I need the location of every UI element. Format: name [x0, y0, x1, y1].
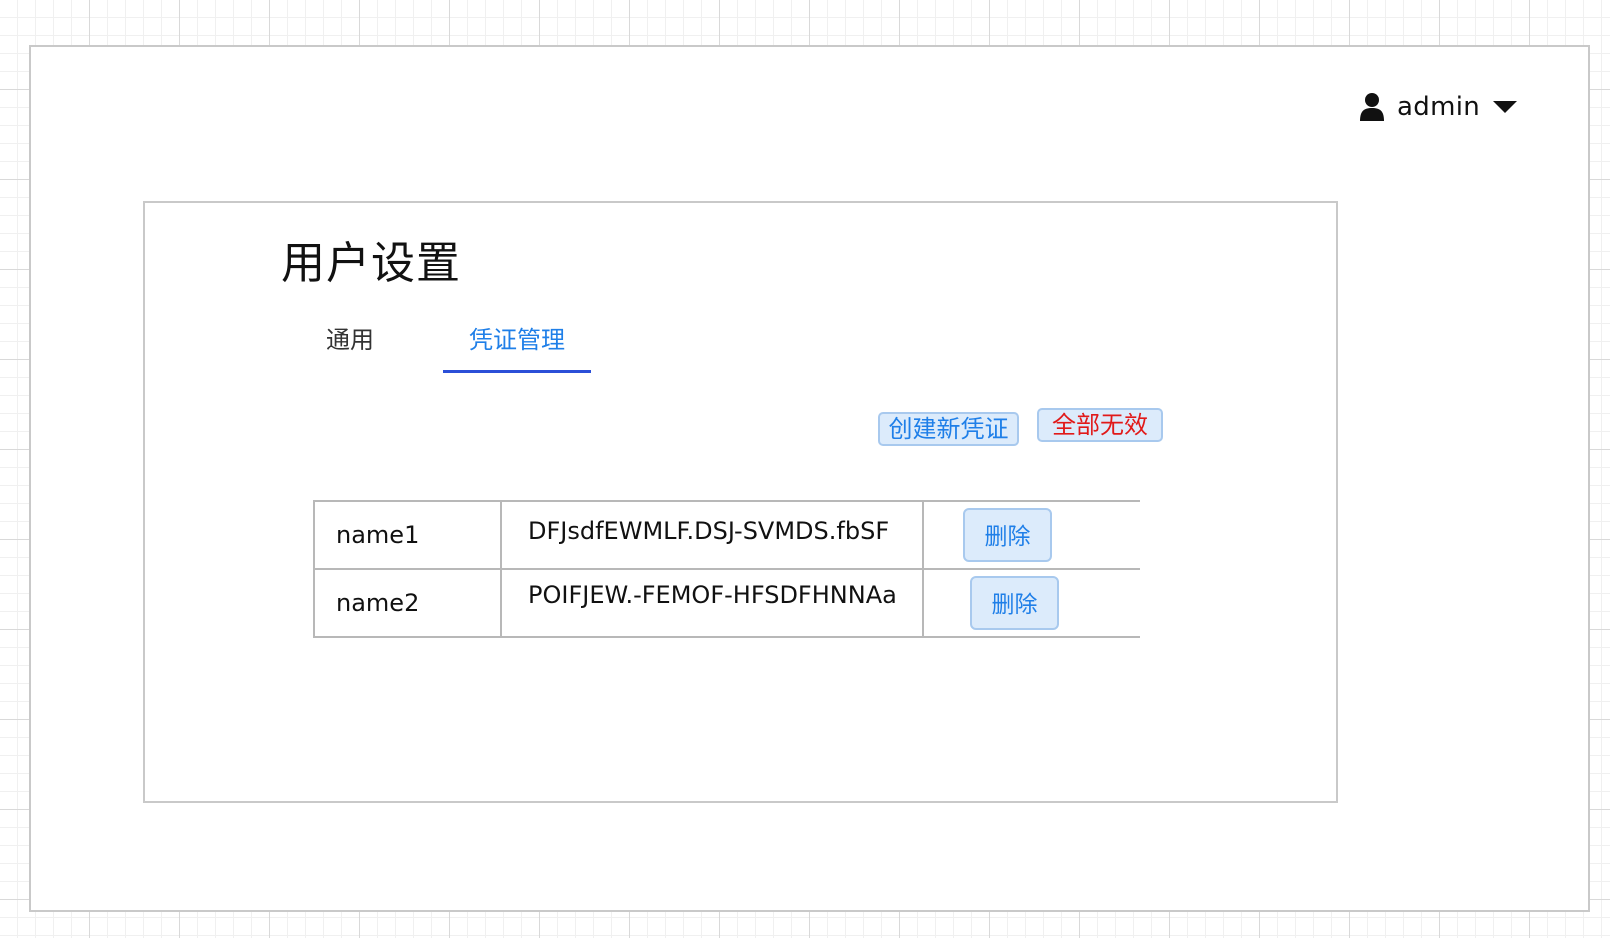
delete-credential-button[interactable]: 删除 — [970, 576, 1059, 630]
create-credential-button[interactable]: 创建新凭证 — [878, 412, 1019, 446]
credentials-table: name1 DFJsdfEWMLF.DSJ-SVMDS.fbSF 删除 name… — [313, 500, 1140, 638]
table-row: name1 DFJsdfEWMLF.DSJ-SVMDS.fbSF 删除 — [313, 500, 1140, 570]
credential-token: DFJsdfEWMLF.DSJ-SVMDS.fbSF — [528, 517, 890, 545]
tab-credential-management[interactable]: 凭证管理 — [443, 318, 591, 373]
credential-name: name2 — [313, 568, 501, 638]
table-row: name2 POIFJEW.-FEMOF-HFSDFHNNAa 删除 — [313, 568, 1140, 638]
user-settings-panel: 用户设置 通用 凭证管理 创建新凭证 全部无效 name1 DFJsdfEWML… — [143, 201, 1338, 803]
user-icon — [1359, 92, 1385, 122]
user-menu[interactable]: admin — [1359, 89, 1518, 125]
credential-token: POIFJEW.-FEMOF-HFSDFHNNAa — [528, 581, 897, 609]
caret-down-icon[interactable] — [1492, 99, 1518, 115]
delete-credential-button[interactable]: 删除 — [963, 508, 1052, 562]
credential-token-cell: POIFJEW.-FEMOF-HFSDFHNNAa — [500, 568, 923, 638]
credential-token-cell: DFJsdfEWMLF.DSJ-SVMDS.fbSF — [500, 500, 923, 570]
credential-action-cell: 删除 — [922, 568, 1140, 638]
tab-general[interactable]: 通用 — [305, 318, 395, 370]
invalidate-all-button[interactable]: 全部无效 — [1037, 408, 1163, 442]
page-title: 用户设置 — [281, 238, 461, 289]
credential-name: name1 — [313, 500, 501, 570]
app-frame: admin 用户设置 通用 凭证管理 创建新凭证 全部无效 name1 DFJs… — [29, 45, 1590, 912]
credential-action-cell: 删除 — [922, 500, 1140, 570]
username-label: admin — [1397, 92, 1480, 122]
